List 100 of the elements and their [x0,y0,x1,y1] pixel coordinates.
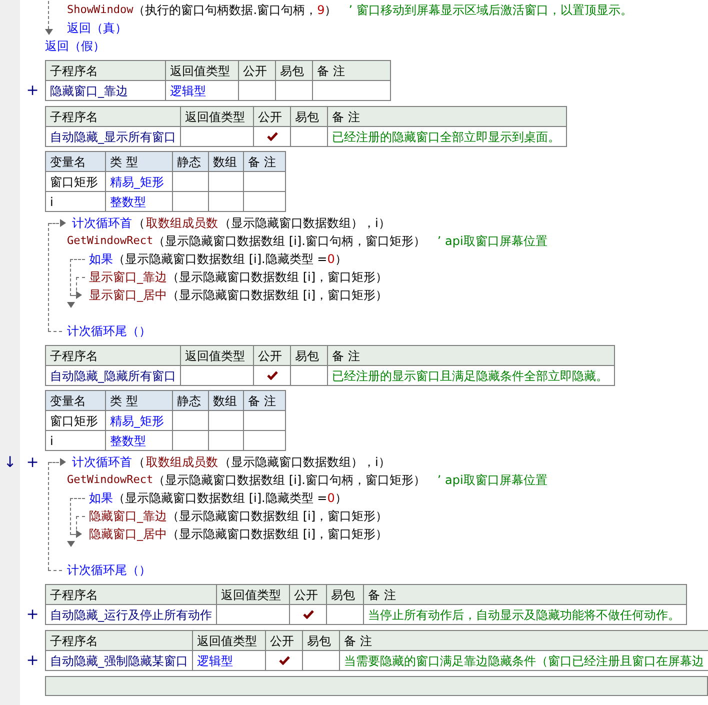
table-cell: 已经注册的隐藏窗口全部立即显示到桌面。 [328,126,566,146]
code-arguments: （显示隐藏窗口数据数组 [i]，窗口矩形） [167,526,388,543]
column-header: 易包 [290,106,328,126]
code-arguments: （执行的窗口句柄数据.窗口句柄， [133,2,318,19]
column-header: 数组 [208,390,244,410]
column-header: 易包 [290,346,328,366]
code-comment: ’ api取窗口屏幕位置 [436,472,548,489]
column-header: 返回值类型 [192,630,266,650]
check-icon [266,371,278,380]
keyword: 计次循环首 [72,215,132,232]
code-arguments: （显示隐藏窗口数据数组 [i]，窗口矩形） [167,508,388,525]
check-icon [266,132,278,141]
column-header: 公开 [290,584,326,604]
code-comment: ’ api取窗口屏幕位置 [436,233,548,250]
column-header: 返回值类型 [166,60,238,80]
column-header: 子程序名 [46,584,216,604]
column-header: 公开 [266,630,302,650]
keyword: 计次循环首 [72,454,132,471]
column-header: 静态 [172,390,208,410]
table-cell: 自动隐藏_显示所有窗口 [46,126,180,146]
column-header: 变量名 [46,152,106,172]
column-header: 备 注 [328,346,614,366]
check-icon [278,656,290,665]
column-header: 易包 [326,584,364,604]
table-cell: 逻辑型 [166,80,238,100]
code-arguments: （显示隐藏窗口数据数组 [i]，窗口矩形） [167,287,388,304]
table-cell: i [46,430,106,450]
arrow-icon [45,29,53,35]
column-header: 子程序名 [46,346,180,366]
keyword: 如果 [89,251,113,268]
column-header: 子程序名 [46,106,180,126]
table-cell: 精易_矩形 [106,172,172,192]
function-name: 显示窗口_居中 [89,287,167,304]
expand-marker[interactable]: + [26,652,39,668]
column-header: 返回值类型 [216,584,290,604]
check-icon [302,610,314,619]
keyword: 返回（真） [67,20,127,37]
code-arguments: （显示隐藏窗口数据数组），i） [219,454,390,471]
column-header: 易包 [276,60,312,80]
column-header: 公开 [254,346,290,366]
column-header: 备 注 [244,390,286,410]
function-name: GetWindowRect [67,472,154,488]
table-cell: 当停止所有动作后，自动显示及隐藏功能将不做任何动作。 [364,604,686,624]
table-cell: 自动隐藏_隐藏所有窗口 [46,366,180,386]
column-header: 子程序名 [46,60,166,80]
column-header: 返回值类型 [180,106,254,126]
function-name: 取数组成员数 [146,454,218,471]
code-arguments: （显示隐藏窗口数据数组），i） [219,215,390,232]
table-cell: 整数型 [106,192,172,212]
expand-marker[interactable]: + [26,82,39,98]
table-cell: 已经注册的显示窗口且满足隐藏条件全部立即隐藏。 [328,366,614,386]
column-header: 备 注 [340,630,708,650]
function-name: 显示窗口_靠边 [89,269,167,286]
number-literal: 9 [317,2,325,19]
expand-marker[interactable]: + [26,606,39,622]
breakpoint-arrow[interactable]: ↓ [4,454,16,470]
column-header: 备 注 [364,584,686,604]
column-header: 易包 [302,630,340,650]
code-arguments: ） [334,251,347,268]
number-literal: 0 [327,490,335,507]
arrow-icon [60,219,66,227]
code-arguments: （显示隐藏窗口数据数组 [i]，窗口矩形） [167,269,388,286]
column-header: 返回值类型 [180,346,254,366]
table-cell: 自动隐藏_运行及停止所有动作 [46,604,216,624]
code-arguments: （显示隐藏窗口数据数组 [i].隐藏类型 = [113,251,328,268]
keyword: 计次循环尾（） [67,562,151,579]
code-arguments: （显示隐藏窗口数据数组 [i].窗口句柄，窗口矩形） [153,233,426,250]
column-header: 类 型 [106,390,172,410]
expand-marker[interactable]: + [26,454,39,470]
arrow-icon [60,458,66,466]
number-literal: 0 [327,251,335,268]
column-header: 公开 [238,60,276,80]
table-cell: 精易_矩形 [106,410,172,430]
code-arguments: （显示隐藏窗口数据数组 [i].隐藏类型 = [113,490,328,507]
table-cell: 整数型 [106,430,172,450]
column-header: 备 注 [312,60,390,80]
code-arguments: ） [334,490,347,507]
column-header: 备 注 [244,152,286,172]
code-comment: ’ 窗口移动到屏幕显示区域后激活窗口，以置顶显示。 [348,2,632,19]
table-cell: i [46,192,106,212]
table-cell: 隐藏窗口_靠边 [46,80,166,100]
keyword: 返回（假） [45,38,105,55]
column-header: 公开 [254,106,290,126]
column-header: 变量名 [46,390,106,410]
function-name: 隐藏窗口_靠边 [89,508,167,525]
function-name: 隐藏窗口_居中 [89,526,167,543]
function-name: 取数组成员数 [146,215,218,232]
column-header: 子程序名 [46,630,192,650]
table-cell: 自动隐藏_强制隐藏某窗口 [46,650,192,670]
code-arguments: （ [133,215,145,232]
table-cell: 窗口矩形 [46,172,106,192]
column-header: 备 注 [328,106,566,126]
code-arguments: （ [133,454,145,471]
function-name: ShowWindow [67,2,134,18]
keyword: 如果 [89,490,113,507]
code-arguments: （显示隐藏窗口数据数组 [i].窗口句柄，窗口矩形） [153,472,426,489]
code-arguments: ） [324,2,337,19]
keyword: 计次循环尾（） [67,323,151,340]
table-cell: 窗口矩形 [46,410,106,430]
column-header: 数组 [208,152,244,172]
